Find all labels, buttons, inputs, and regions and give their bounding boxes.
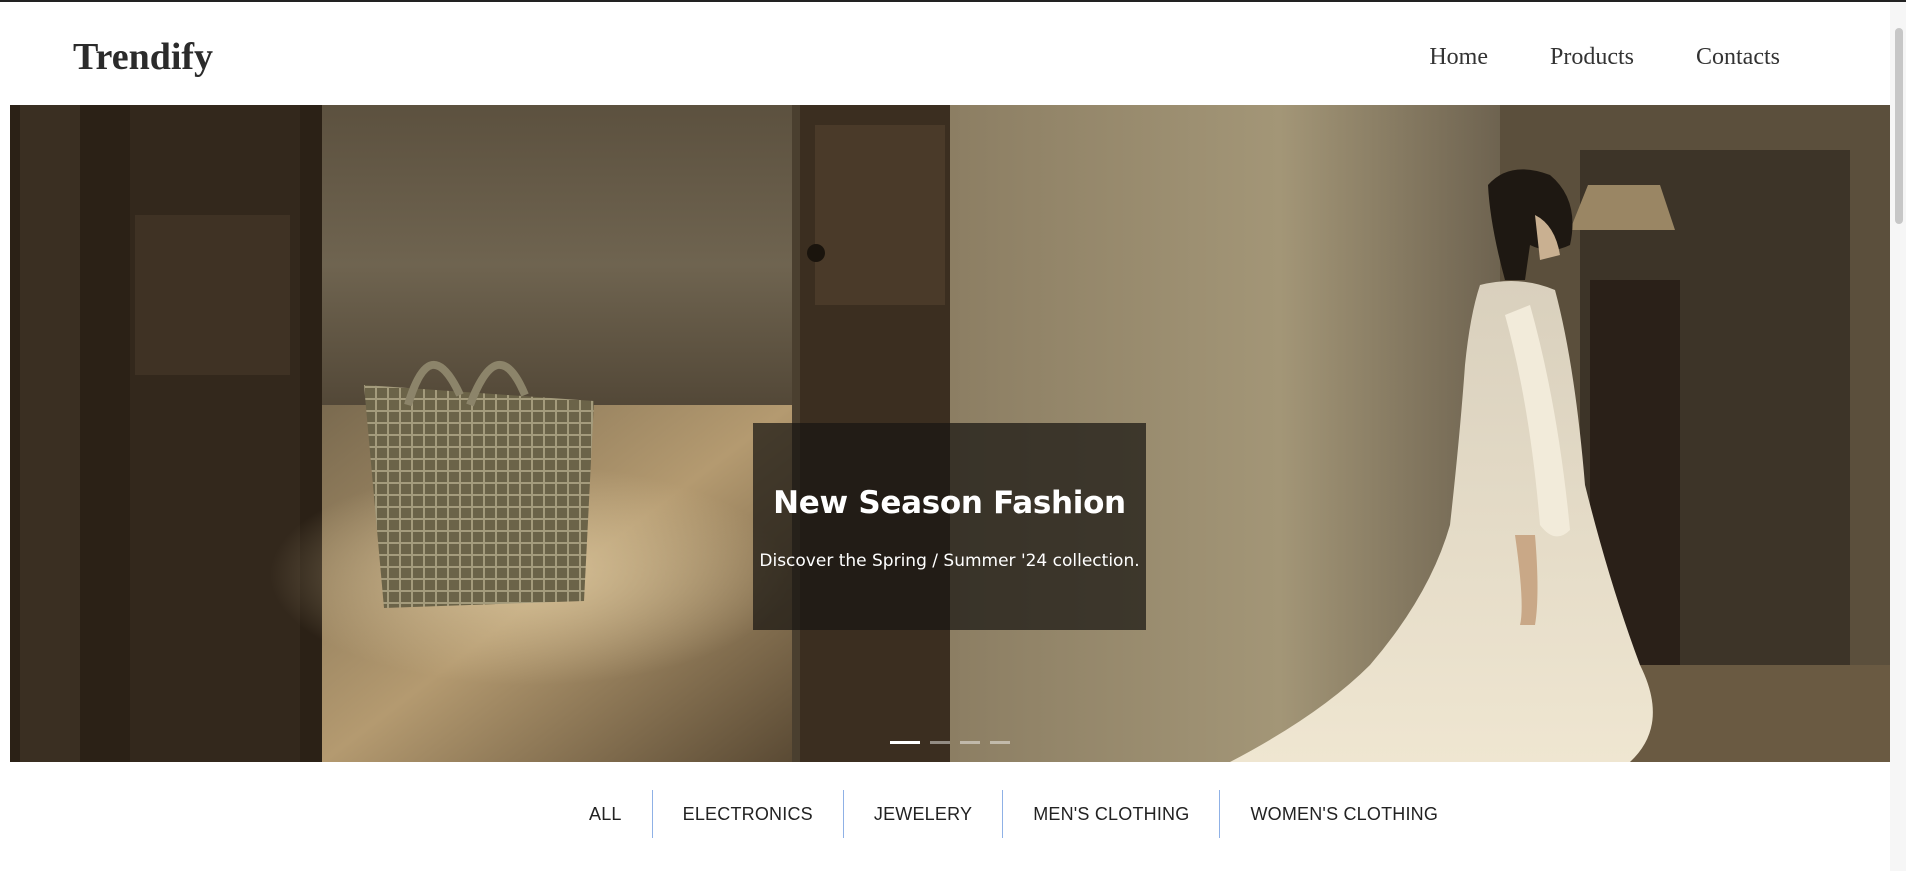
main-nav: Home Products Contacts <box>1429 44 1780 71</box>
filter-jewelery-button[interactable]: JEWELERY <box>863 790 983 838</box>
filter-all-button[interactable]: ALL <box>578 790 633 838</box>
nav-home-link[interactable]: Home <box>1429 44 1488 71</box>
filter-mens-clothing-button[interactable]: MEN'S CLOTHING <box>1022 790 1200 838</box>
carousel-indicator-2[interactable] <box>930 741 950 744</box>
carousel-indicators <box>890 741 1010 744</box>
carousel-indicator-4[interactable] <box>990 741 1010 744</box>
category-filter-bar: ALL ELECTRONICS JEWELERY MEN'S CLOTHING … <box>578 790 1449 838</box>
filter-divider <box>1002 790 1004 838</box>
page-scrollbar[interactable] <box>1890 2 1906 871</box>
filter-divider <box>1219 790 1221 838</box>
hero-caption: New Season Fashion Discover the Spring /… <box>753 423 1146 630</box>
carousel-indicator-3[interactable] <box>960 741 980 744</box>
site-header: Trendify Home Products Contacts <box>0 2 1890 105</box>
brand-logo[interactable]: Trendify <box>73 35 213 79</box>
filter-womens-clothing-button[interactable]: WOMEN'S CLOTHING <box>1239 790 1449 838</box>
carousel-indicator-1[interactable] <box>890 741 920 744</box>
filter-electronics-button[interactable]: ELECTRONICS <box>672 790 824 838</box>
filter-divider <box>651 790 653 838</box>
hero-subtitle: Discover the Spring / Summer '24 collect… <box>759 551 1140 571</box>
nav-products-link[interactable]: Products <box>1550 44 1634 71</box>
hero-title: New Season Fashion <box>773 485 1126 521</box>
scrollbar-thumb[interactable] <box>1895 28 1903 224</box>
filter-divider <box>842 790 844 838</box>
hero-carousel[interactable]: New Season Fashion Discover the Spring /… <box>10 105 1890 762</box>
nav-contacts-link[interactable]: Contacts <box>1696 44 1780 71</box>
